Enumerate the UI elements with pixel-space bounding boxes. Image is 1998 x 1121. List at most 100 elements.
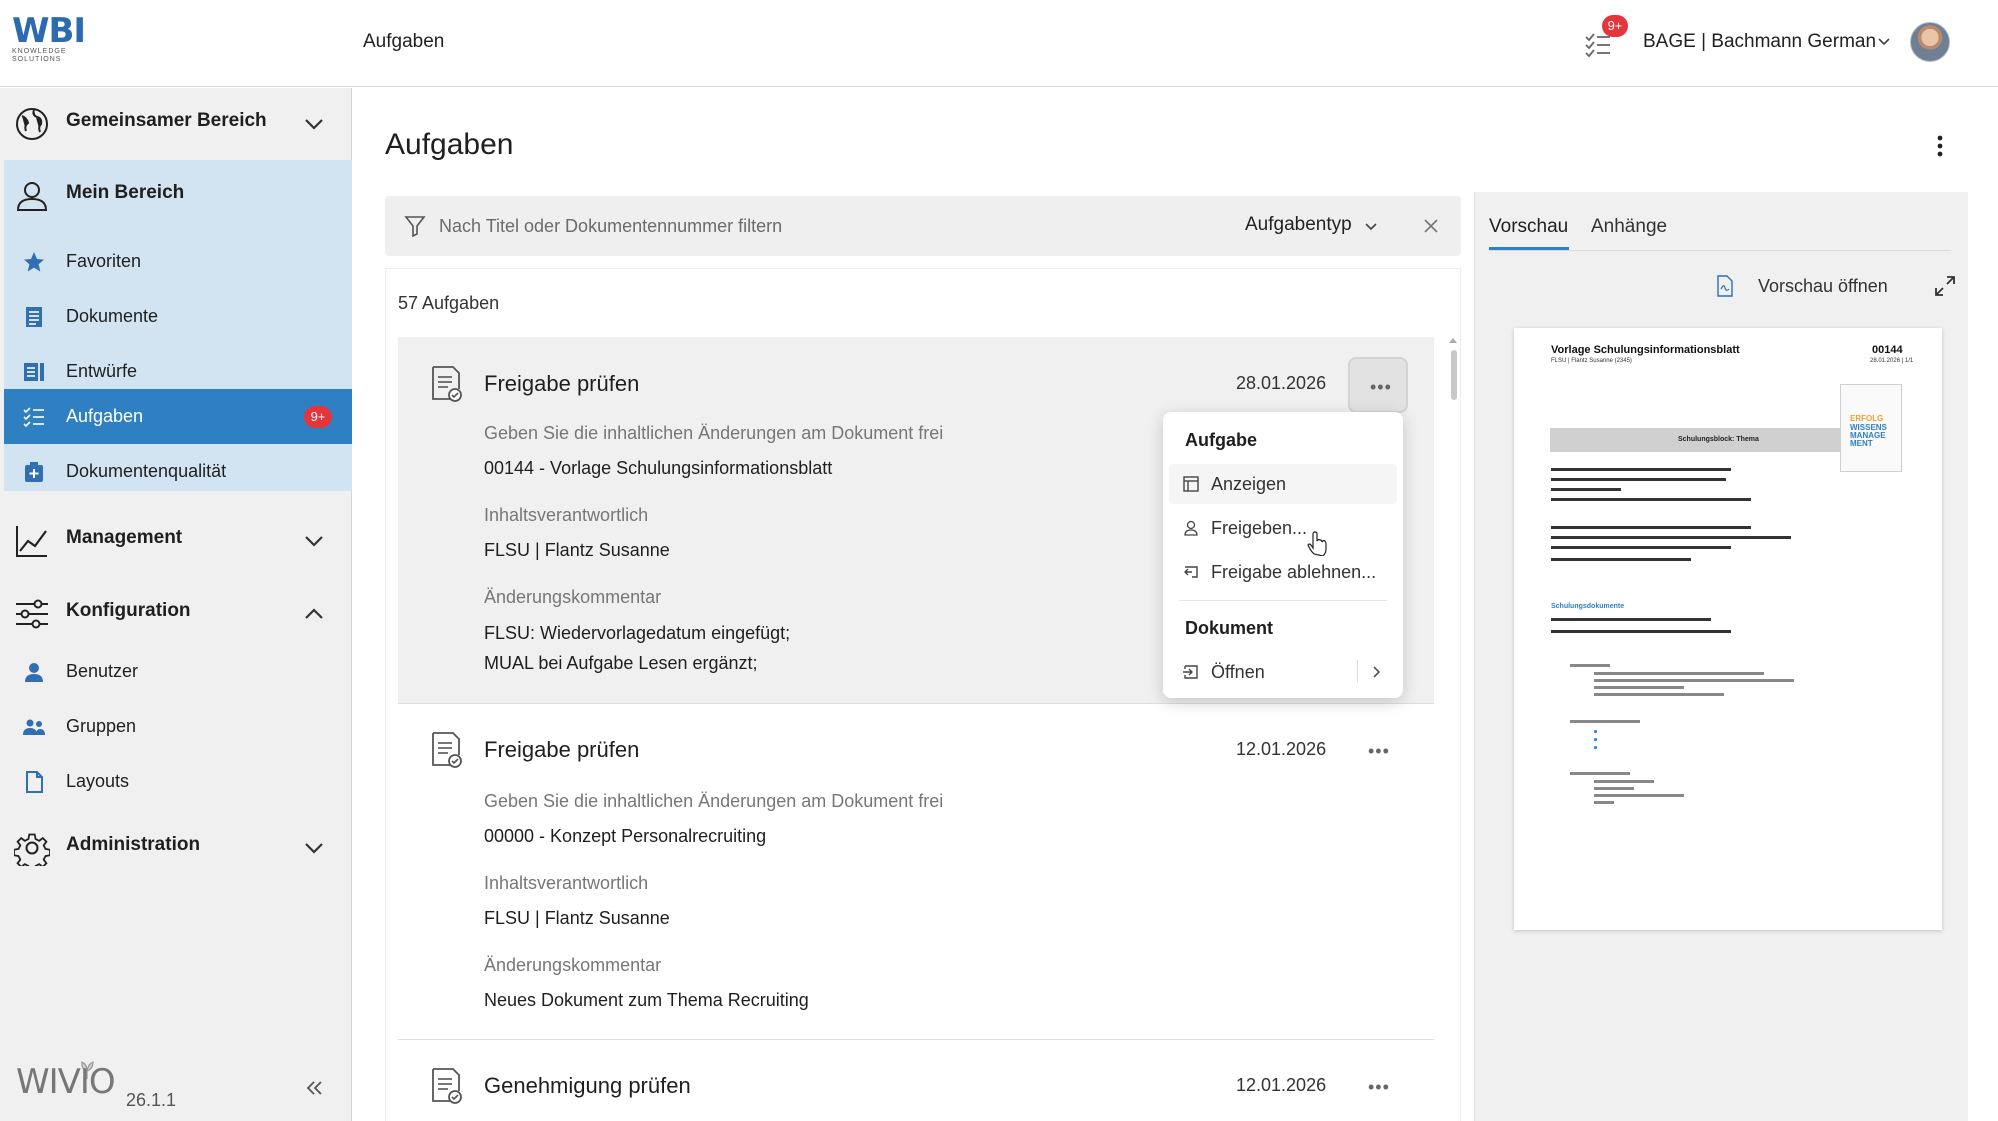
doc-text-line [1551, 498, 1751, 501]
chevron-right-icon[interactable] [1369, 664, 1385, 680]
doc-text-line [1594, 780, 1654, 783]
menu-item-approve[interactable]: Freigeben... [1169, 508, 1397, 548]
menu-divider [1179, 600, 1387, 601]
sidebar-section-management[interactable]: Management [0, 505, 352, 575]
collapse-sidebar-icon[interactable] [302, 1076, 326, 1100]
sidebar-item-documents[interactable]: Dokumente [0, 289, 352, 344]
wivio-logo: WIVIO [16, 1062, 116, 1102]
menu-item-open[interactable]: Öffnen [1169, 652, 1397, 692]
pdf-icon [1717, 275, 1733, 297]
sidebar-section-shared[interactable]: Gemeinsamer Bereich [0, 88, 352, 158]
task-document: 00000 - Konzept Personalrecruiting [484, 826, 767, 846]
tasks-badge: 9+ [304, 406, 332, 428]
task-list-icon [23, 407, 44, 428]
comment-line: MUAL bei Aufgabe Lesen ergänzt; [484, 653, 758, 673]
sidebar-item-layouts[interactable]: Layouts [0, 754, 352, 809]
doc-text-line [1551, 618, 1711, 621]
star-icon [24, 252, 44, 272]
doc-image-text: WISSENS MANAGE MENT [1850, 423, 1887, 448]
task-more-button[interactable]: ••• [1348, 723, 1408, 779]
comment-label: Änderungskommentar [484, 587, 662, 607]
sidebar-item-document-quality[interactable]: Dokumentenqualität [0, 444, 352, 499]
doc-bullet [1594, 746, 1597, 749]
task-date: 12.01.2026 [1236, 739, 1327, 759]
scrollbar-thumb[interactable] [1451, 350, 1457, 400]
group-icon [23, 719, 45, 735]
doc-text-line [1594, 672, 1764, 675]
sidebar-section-label: Mein Bereich [66, 182, 185, 203]
filter-input[interactable] [439, 210, 1219, 242]
task-more-button[interactable]: ••• [1348, 1059, 1408, 1115]
chevron-down-icon[interactable] [1363, 219, 1379, 235]
sidebar: Gemeinsamer Bereich Mein Bereich Favorit… [0, 88, 352, 1121]
doc-text-line [1551, 468, 1731, 471]
doc-text-line [1551, 630, 1731, 633]
task-date: 28.01.2026 [1236, 373, 1327, 393]
user-menu[interactable]: BAGE | Bachmann German [1643, 31, 1876, 53]
doc-text-line [1551, 488, 1621, 491]
doc-text-line [1594, 693, 1724, 696]
chevron-up-icon [305, 608, 323, 619]
more-vertical-icon[interactable] [1930, 132, 1950, 160]
menu-item-view[interactable]: Anzeigen [1169, 464, 1397, 504]
more-horizontal-icon: ••• [1370, 377, 1392, 397]
sidebar-item-groups[interactable]: Gruppen [0, 699, 352, 754]
globe-icon [16, 108, 48, 140]
sidebar-item-tasks[interactable]: Aufgaben 9+ [4, 389, 352, 444]
task-approval-icon [432, 732, 462, 768]
task-type-dropdown[interactable]: Aufgabentyp [1245, 214, 1352, 236]
task-card[interactable]: Genehmigung prüfen 12.01.2026 ••• [398, 1039, 1434, 1121]
tab-preview[interactable]: Vorschau [1489, 216, 1568, 238]
app-header: WBI KNOWLEDGE SOLUTIONS Aufgaben 9+ BAGE… [0, 0, 1998, 87]
doc-section-heading: Schulungsdokumente [1551, 603, 1625, 610]
menu-item-reject[interactable]: Freigabe ablehnen... [1169, 552, 1397, 592]
expand-icon[interactable] [1934, 275, 1956, 297]
comment-line: FLSU: Wiedervorlagedatum eingefügt; [484, 623, 791, 643]
task-count: 57 Aufgaben [398, 293, 500, 313]
task-card[interactable]: Freigabe prüfen 12.01.2026 ••• Geben Sie… [398, 703, 1434, 1039]
task-more-button[interactable]: ••• [1348, 357, 1408, 413]
avatar[interactable] [1910, 22, 1950, 62]
doc-text-line [1551, 478, 1726, 481]
scroll-up-arrow[interactable] [1448, 336, 1458, 344]
sidebar-section-configuration[interactable]: Konfiguration [0, 578, 352, 648]
chevron-down-icon [305, 119, 323, 130]
active-tab-indicator [1489, 247, 1569, 250]
sidebar-section-label: Management [66, 527, 183, 548]
submenu-divider [1357, 660, 1358, 682]
hand-cursor-icon [1307, 531, 1327, 556]
document-preview[interactable]: Vorlage Schulungsinformationsblatt FLSU … [1514, 328, 1942, 930]
doc-title: Vorlage Schulungsinformationsblatt [1551, 344, 1740, 356]
doc-text-line [1551, 526, 1751, 529]
view-icon [1183, 476, 1199, 492]
gear-icon [14, 833, 50, 866]
more-horizontal-icon: ••• [1368, 741, 1390, 761]
owner-label: Inhaltsverantwortlich [484, 873, 649, 893]
sidebar-item-label: Benutzer [66, 661, 139, 681]
sidebar-section-label: Administration [66, 834, 201, 855]
wbi-logo[interactable]: WBI KNOWLEDGE SOLUTIONS [12, 14, 86, 70]
doc-text-line [1594, 679, 1794, 682]
user-icon [16, 182, 48, 211]
sidebar-section-administration[interactable]: Administration [0, 812, 352, 882]
page-title: Aufgaben [385, 128, 514, 161]
task-context-menu: Aufgabe Anzeigen Freigeben... Freigabe a… [1163, 412, 1403, 698]
chevron-down-icon[interactable] [1876, 34, 1892, 50]
open-preview-button[interactable]: Vorschau öffnen [1758, 276, 1888, 297]
sidebar-section-mine[interactable]: Mein Bereich [0, 160, 352, 230]
sidebar-item-favorites[interactable]: Favoriten [0, 234, 352, 289]
sidebar-item-users[interactable]: Benutzer [0, 644, 352, 699]
sidebar-section-label: Konfiguration [66, 600, 191, 621]
tab-attachments[interactable]: Anhänge [1591, 216, 1667, 238]
comment-label: Änderungskommentar [484, 955, 662, 975]
doc-text-line [1594, 801, 1614, 804]
doc-text-line [1594, 794, 1684, 797]
reject-icon [1184, 566, 1198, 578]
logo-sub-2: SOLUTIONS [12, 56, 62, 63]
close-icon[interactable] [1420, 215, 1442, 237]
chevron-down-icon [305, 843, 323, 854]
sidebar-item-label: Dokumente [66, 306, 159, 326]
menu-header-task: Aufgabe [1185, 430, 1257, 450]
menu-header-document: Dokument [1185, 618, 1274, 638]
sidebar-section-label: Gemeinsamer Bereich [66, 110, 267, 131]
